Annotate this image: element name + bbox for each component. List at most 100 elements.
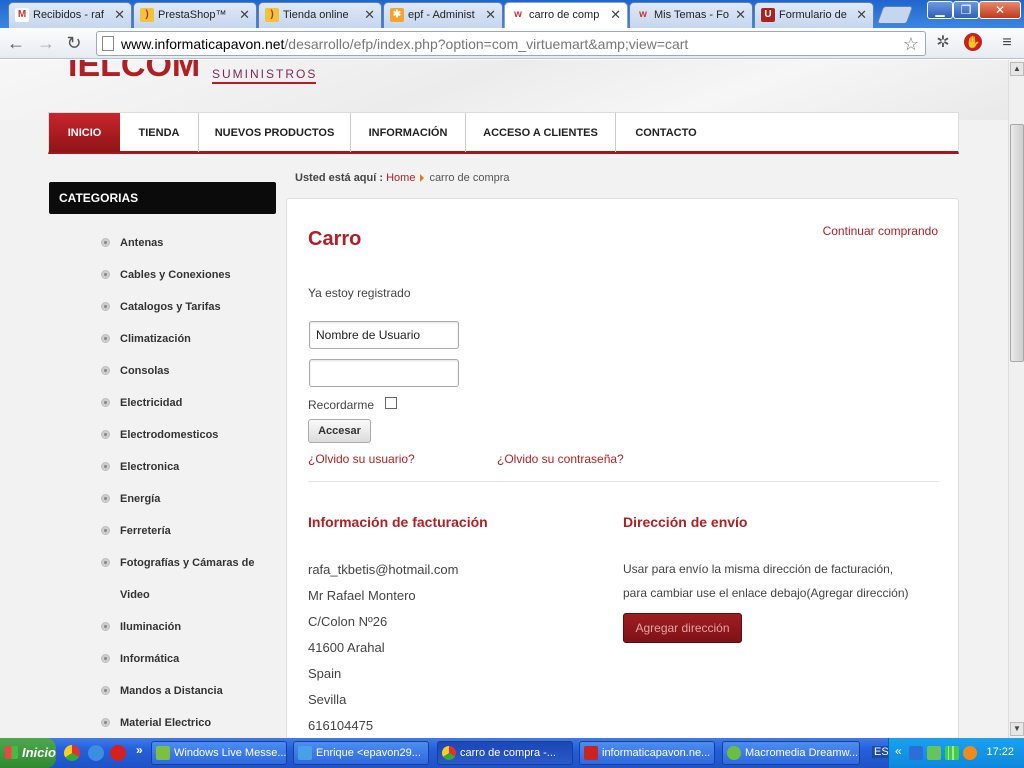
task-messenger[interactable]: Windows Live Messe... — [151, 741, 287, 765]
bullet-icon — [101, 622, 110, 631]
nav-tienda[interactable]: TIENDA — [120, 113, 199, 152]
wrench-menu-icon[interactable]: ≡ — [997, 33, 1017, 53]
tab-formulario[interactable]: U Formulario de ✕ — [754, 2, 874, 28]
breadcrumb: Usted está aquí : Home carro de compra — [295, 172, 510, 184]
tab-prestashop[interactable]: ) PrestaShop™ ✕ — [133, 2, 257, 28]
forward-icon[interactable]: → — [36, 33, 56, 53]
adblock-icon[interactable]: ✋ — [964, 33, 982, 51]
ie-quicklaunch-icon[interactable] — [88, 745, 104, 761]
close-icon[interactable]: ✕ — [735, 7, 746, 23]
bullet-icon — [101, 430, 110, 439]
breadcrumb-arrow-icon — [420, 174, 425, 183]
address-bar[interactable]: www.informaticapavon.net/desarrollo/efp/… — [96, 31, 926, 56]
page-viewport: IELCOM SUMINISTROS INICIO TIENDA NUEVOS … — [0, 60, 1008, 738]
nav-inicio[interactable]: INICIO — [49, 113, 120, 152]
browser-tabstrip: M Recibidos - raf ✕ ) PrestaShop™ ✕ ) Ti… — [0, 0, 1024, 29]
close-icon[interactable]: ✕ — [114, 7, 125, 23]
tab-tienda[interactable]: ) Tienda online ✕ — [258, 2, 382, 28]
bullet-icon — [101, 270, 110, 279]
scroll-down-arrow-icon[interactable]: ▼ — [1010, 722, 1024, 736]
start-button[interactable]: Inicio — [0, 738, 56, 768]
back-icon[interactable]: ← — [6, 33, 26, 53]
tab-epf[interactable]: ✱ epf - Administ ✕ — [383, 2, 503, 28]
network-icon[interactable] — [909, 746, 923, 760]
system-clock: 17:22 — [986, 746, 1014, 758]
prestashop-icon: ) — [140, 8, 154, 22]
nav-informacion[interactable]: INFORMACIÓN — [351, 113, 466, 152]
messenger-icon — [156, 746, 170, 760]
update-icon[interactable] — [963, 746, 977, 760]
forgot-password-link[interactable]: ¿Olvido su contraseña? — [497, 452, 624, 466]
scroll-thumb[interactable] — [1010, 124, 1024, 362]
login-button[interactable]: Accesar — [308, 419, 371, 443]
windows-taskbar: Inicio » Windows Live Messe... Enrique <… — [0, 738, 1024, 768]
task-filezilla[interactable]: informaticapavon.ne... — [579, 741, 715, 765]
extension-bug-icon[interactable]: ✲ — [933, 33, 953, 53]
cart-panel: Carro Continuar comprando Ya estoy regis… — [286, 198, 959, 738]
browser-toolbar: ← → ↻ www.informaticapavon.net/desarroll… — [0, 28, 1024, 59]
forgot-username-link[interactable]: ¿Olvido su usuario? — [308, 452, 415, 466]
vertical-scrollbar[interactable]: ▲ ▼ — [1008, 60, 1024, 738]
tray-expand-icon[interactable]: « — [895, 744, 902, 758]
tab-label: epf - Administ — [408, 9, 475, 21]
restore-button[interactable]: ❐ — [953, 1, 979, 19]
new-tab-button[interactable] — [876, 6, 914, 24]
dreamweaver-icon — [727, 746, 741, 760]
tab-carro[interactable]: w carro de comp ✕ — [504, 2, 628, 29]
quicklaunch-more-icon[interactable]: » — [136, 743, 143, 757]
bullet-icon — [101, 686, 110, 695]
password-field[interactable] — [309, 359, 459, 387]
system-tray: « 17:22 — [888, 738, 1024, 768]
page-title: Carro — [308, 228, 362, 250]
close-icon[interactable]: ✕ — [239, 7, 250, 23]
tab-mis-temas[interactable]: w Mis Temas - Fo ✕ — [629, 2, 753, 28]
virtuemart-icon: w — [514, 9, 522, 20]
tab-gmail[interactable]: M Recibidos - raf ✕ — [8, 2, 132, 28]
site-logo[interactable]: IELCOM — [68, 60, 200, 85]
billing-province: Sevilla — [308, 692, 347, 707]
billing-city: 41600 Arahal — [308, 640, 385, 655]
username-field[interactable]: Nombre de Usuario — [309, 321, 459, 349]
bullet-icon — [101, 398, 110, 407]
url-host: www.informaticapavon.net — [121, 36, 285, 52]
flash-quicklaunch-icon[interactable] — [110, 745, 126, 761]
prestashop-icon: ) — [265, 8, 279, 22]
bullet-icon — [101, 718, 110, 727]
url-path: /desarrollo/efp/index.php?option=com_vir… — [284, 36, 689, 52]
login-intro: Ya estoy registrado — [308, 286, 411, 300]
billing-phone: 616104475 — [308, 718, 374, 733]
bullet-icon — [101, 462, 110, 471]
chrome-quicklaunch-icon[interactable] — [64, 745, 80, 761]
categories-heading: CATEGORIAS — [49, 182, 276, 214]
minimize-button[interactable]: ▁ — [927, 1, 953, 19]
tab-label: Recibidos - raf — [33, 9, 104, 21]
add-address-button[interactable]: Agregar dirección — [623, 613, 742, 643]
nav-acceso-clientes[interactable]: ACCESO A CLIENTES — [466, 113, 616, 152]
messenger-tray-icon[interactable] — [927, 746, 941, 760]
billing-country: Spain — [308, 666, 342, 681]
bookmark-star-icon[interactable]: ☆ — [903, 34, 919, 55]
tab-label: Formulario de — [779, 9, 847, 21]
task-dreamweaver[interactable]: Macromedia Dreamw... — [722, 741, 860, 765]
remember-checkbox[interactable] — [385, 397, 397, 409]
close-window-button[interactable]: ✕ — [979, 1, 1021, 19]
breadcrumb-prefix: Usted está aquí : — [295, 172, 384, 184]
scroll-up-arrow-icon[interactable]: ▲ — [1010, 62, 1024, 76]
gmail-icon: M — [15, 8, 29, 22]
close-icon[interactable]: ✕ — [856, 7, 867, 23]
task-chrome[interactable]: carro de compra -... — [437, 741, 573, 765]
close-icon[interactable]: ✕ — [364, 7, 375, 23]
close-icon[interactable]: ✕ — [610, 7, 621, 23]
breadcrumb-home-link[interactable]: Home — [386, 172, 415, 184]
chrome-icon — [442, 746, 456, 760]
nav-contacto[interactable]: CONTACTO — [616, 113, 716, 152]
wifi-signal-icon[interactable] — [945, 746, 959, 760]
nav-nuevos-productos[interactable]: NUEVOS PRODUCTOS — [199, 113, 351, 152]
continue-shopping-link[interactable]: Continuar comprando — [823, 224, 938, 238]
reload-icon[interactable]: ↻ — [64, 33, 84, 53]
email-icon — [298, 746, 312, 760]
billing-name: Mr Rafael Montero — [308, 588, 416, 603]
close-icon[interactable]: ✕ — [485, 7, 496, 23]
task-email[interactable]: Enrique <epavon29... — [293, 741, 429, 765]
bullet-icon — [101, 366, 110, 375]
